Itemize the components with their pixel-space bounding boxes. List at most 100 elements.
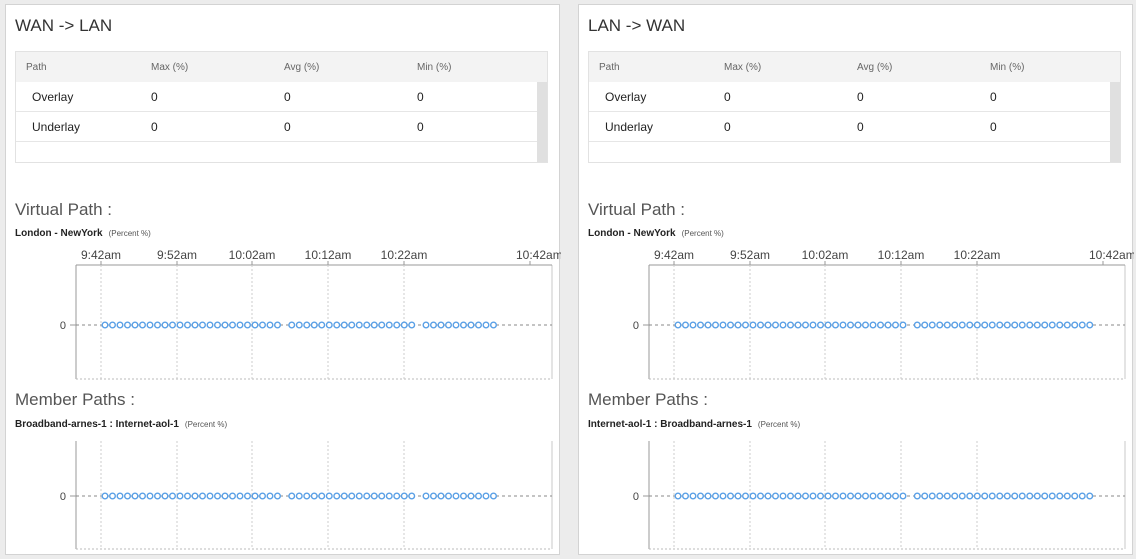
data-point	[475, 492, 483, 500]
header-max[interactable]: Max (%)	[724, 62, 857, 73]
data-point	[689, 492, 697, 500]
y-tick-label: 0	[633, 320, 639, 332]
data-point	[877, 492, 885, 500]
data-point	[771, 321, 779, 329]
data-point	[899, 492, 907, 500]
member-path-label: Internet-aol-1 : Broadband-arnes-1	[588, 419, 752, 430]
data-point	[437, 321, 445, 329]
data-point	[988, 321, 996, 329]
data-point	[704, 492, 712, 500]
table-row[interactable]: Underlay 0 0 0	[16, 112, 537, 142]
data-point	[764, 321, 772, 329]
data-point	[1056, 321, 1064, 329]
data-point	[378, 321, 386, 329]
data-point	[378, 492, 386, 500]
summary-table: Path Max (%) Avg (%) Min (%) Overlay 0 0…	[15, 51, 548, 163]
header-path[interactable]: Path	[16, 62, 151, 73]
data-point	[1003, 492, 1011, 500]
data-point	[482, 492, 490, 500]
data-point	[191, 321, 199, 329]
cell-path: Overlay	[32, 89, 74, 104]
data-point	[243, 321, 251, 329]
data-point	[437, 492, 445, 500]
data-point	[824, 492, 832, 500]
data-point	[274, 492, 282, 500]
data-point	[198, 321, 206, 329]
data-point	[370, 492, 378, 500]
header-avg[interactable]: Avg (%)	[284, 62, 417, 73]
data-point	[467, 321, 475, 329]
header-min[interactable]: Min (%)	[417, 62, 537, 73]
data-point	[325, 321, 333, 329]
data-point	[385, 321, 393, 329]
data-point	[689, 321, 697, 329]
data-point	[981, 321, 989, 329]
data-point	[1086, 492, 1094, 500]
table-row[interactable]: Underlay 0 0 0	[589, 112, 1110, 142]
data-point	[101, 321, 109, 329]
data-point	[816, 492, 824, 500]
data-point	[251, 492, 259, 500]
table-row[interactable]: Overlay 0 0 0	[16, 82, 537, 112]
table-scrollbar[interactable]	[1110, 82, 1120, 162]
data-point	[1041, 321, 1049, 329]
data-point	[213, 321, 221, 329]
member-path-label: Broadband-arnes-1 : Internet-aol-1	[15, 419, 179, 430]
data-point	[839, 492, 847, 500]
data-point	[884, 321, 892, 329]
data-point	[213, 492, 221, 500]
data-point	[951, 321, 959, 329]
cell-path: Underlay	[32, 119, 81, 134]
data-point	[839, 321, 847, 329]
data-point	[206, 492, 214, 500]
data-point	[161, 321, 169, 329]
member-path-chart: 0	[60, 441, 553, 550]
x-tick-label: 9:52am	[730, 248, 770, 262]
data-point	[393, 321, 401, 329]
data-point	[108, 492, 116, 500]
data-point	[452, 492, 460, 500]
data-point	[131, 492, 139, 500]
data-point	[318, 492, 326, 500]
table-scrollbar[interactable]	[537, 82, 547, 162]
data-point	[884, 492, 892, 500]
x-tick-label: 10:12am	[305, 248, 352, 262]
data-point	[681, 492, 689, 500]
virtual-path-label: London - NewYork	[588, 228, 676, 239]
panel-title: WAN -> LAN	[15, 16, 113, 35]
data-point	[696, 492, 704, 500]
data-point	[704, 321, 712, 329]
table-header: Path Max (%) Avg (%) Min (%)	[589, 52, 1120, 82]
data-point	[348, 492, 356, 500]
data-point	[408, 492, 416, 500]
table-row[interactable]: Overlay 0 0 0	[589, 82, 1110, 112]
data-point	[943, 321, 951, 329]
x-tick-label: 10:12am	[878, 248, 925, 262]
header-path[interactable]: Path	[589, 62, 724, 73]
cell-avg: 0	[857, 89, 864, 104]
data-point	[921, 492, 929, 500]
data-point	[794, 492, 802, 500]
data-point	[400, 492, 408, 500]
data-point	[943, 492, 951, 500]
header-avg[interactable]: Avg (%)	[857, 62, 990, 73]
data-point	[370, 321, 378, 329]
data-point	[892, 492, 900, 500]
data-point	[116, 492, 124, 500]
data-point	[711, 321, 719, 329]
data-point	[756, 492, 764, 500]
cell-max: 0	[724, 119, 731, 134]
data-point	[430, 492, 438, 500]
data-point	[921, 321, 929, 329]
data-point	[467, 492, 475, 500]
data-point	[131, 321, 139, 329]
data-point	[355, 321, 363, 329]
data-point	[258, 492, 266, 500]
data-point	[958, 321, 966, 329]
cell-avg: 0	[284, 119, 291, 134]
data-point	[869, 321, 877, 329]
header-min[interactable]: Min (%)	[990, 62, 1110, 73]
data-point	[862, 321, 870, 329]
data-point	[206, 321, 214, 329]
header-max[interactable]: Max (%)	[151, 62, 284, 73]
